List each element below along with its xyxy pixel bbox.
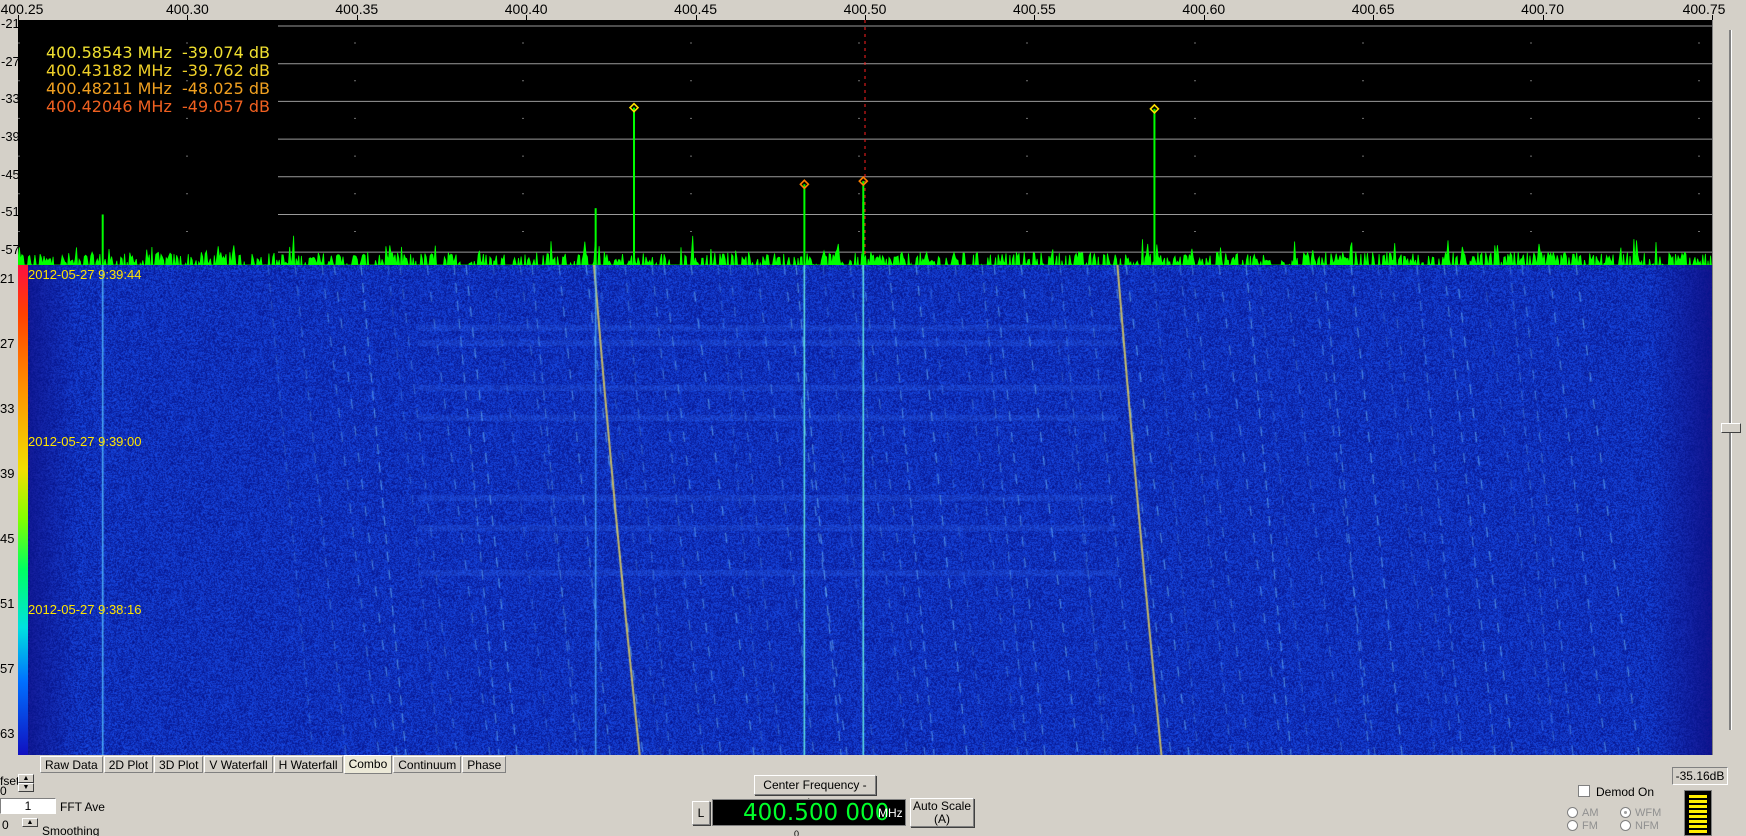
control-panel: fset 0 ▲ ▼ 1 FFT Ave 0 ▲ Smoothing Cente… [0,767,1746,836]
radio-nfm-label: NFM [1635,820,1659,832]
smoothing-value: 0 [2,818,9,832]
waterfall-scale-label: 45 [0,531,15,546]
radio-wfm[interactable] [1620,807,1631,818]
radio-fm[interactable] [1567,820,1578,831]
amplitude-tick-label: -33 [1,91,20,107]
fft-ave-label: FFT Ave [60,800,105,814]
meter-bar [1689,830,1707,833]
demod-label: Demod On [1596,785,1655,799]
waterfall-timestamp: 2012-05-27 9:38:16 [28,602,142,617]
tab-phase[interactable]: Phase [462,756,507,773]
waterfall-color-scale [18,265,28,755]
radio-am[interactable] [1567,807,1578,818]
offset-value: 0 [0,784,7,798]
frequency-axis: 400.25 400.30 400.35 400.40 400.45 400.50 400.… [0,0,1746,20]
right-panel [1712,20,1746,755]
level-meter [1684,790,1712,836]
meter-bar [1689,800,1707,803]
radio-wfm-label: WFM [1635,807,1662,819]
frequency-step: 0 [794,829,800,836]
waterfall-canvas [18,265,1712,755]
amplitude-tick-label: -21 [1,16,20,31]
waterfall-scale-label: 27 [0,336,15,351]
radio-fm-label: FM [1582,820,1598,832]
marker-readout: 400.43182 MHz -39.762 dB [46,61,270,80]
scale-slider-track[interactable] [1729,30,1732,730]
marker-readout: 400.58543 MHz -39.074 dB [46,43,270,62]
frequency-value: 400.500 000 [743,800,890,826]
frequency-tick-label: 400.25 [0,1,44,17]
lock-button[interactable]: L [692,801,710,825]
amplitude-tick-label: -45 [1,166,20,182]
amplitude-tick-label: -27 [1,53,20,69]
waterfall-display[interactable]: 2012-05-27 9:39:44 2012-05-27 9:39:00 20… [18,265,1712,755]
waterfall-scale-label: 51 [0,596,15,611]
frequency-display[interactable]: 400.500 000 MHz [712,799,906,826]
waterfall-scale-label: 57 [0,661,15,676]
waterfall-timestamp: 2012-05-27 9:39:44 [28,267,142,282]
frequency-unit: MHz [878,806,903,820]
demod-checkbox[interactable] [1578,785,1590,797]
waterfall-scale-label: 39 [0,466,15,481]
frequency-tick-label: 400.75 [1682,1,1726,17]
radio-nfm[interactable] [1620,820,1631,831]
view-tabs: Raw Data 2D Plot 3D Plot V Waterfall H Water… [40,755,507,774]
meter-bar [1689,820,1707,823]
tab-raw-data[interactable]: Raw Data [40,756,103,773]
spectrum-analyzer-window: 400.25 400.30 400.35 400.40 400.45 400.50 400.… [0,0,1746,836]
spectrum-plot[interactable]: 400.58543 MHz -39.074 dB 400.43182 MHz -3… [18,20,1712,265]
marker-readouts: 400.58543 MHz -39.074 dB 400.43182 MHz -3… [46,44,270,116]
auto-scale-shortcut: (A) [934,812,950,826]
spectrum-svg [18,20,1712,265]
smoothing-label: Smoothing [42,824,100,836]
tab-combo[interactable]: Combo [343,755,393,774]
tab-2d-plot[interactable]: 2D Plot [103,756,154,773]
tab-3d-plot[interactable]: 3D Plot [154,756,204,773]
amplitude-tick-label: -39 [1,129,20,145]
spectrum-trace [18,235,1712,265]
scale-slider-thumb[interactable] [1721,423,1741,433]
meter-bar [1689,815,1707,818]
radio-am-label: AM [1582,807,1599,819]
waterfall-timestamp: 2012-05-27 9:39:00 [28,434,142,449]
amplitude-tick-label: -51 [1,204,20,220]
waterfall-scale-label: 63 [0,726,15,741]
meter-bar [1689,805,1707,808]
tab-h-waterfall[interactable]: H Waterfall [273,756,343,773]
offset-spin-down[interactable]: ▼ [18,783,34,792]
center-frequency-button[interactable]: Center Frequency - Ins [754,775,876,810]
fft-ave-input[interactable]: 1 [0,798,56,814]
marker-readout: 400.42046 MHz -49.057 dB [46,97,270,116]
tab-v-waterfall[interactable]: V Waterfall [204,756,273,773]
marker-readout: 400.48211 MHz -48.025 dB [46,79,270,98]
waterfall-scale-label: 21 [0,271,15,286]
waterfall-scale-label: 33 [0,401,15,416]
tab-continuum[interactable]: Continuum [393,756,462,773]
level-readout: -35.16dB [1672,767,1728,785]
meter-bar [1689,810,1707,813]
offset-spin-up[interactable]: ▲ [18,774,34,783]
amplitude-axis: -21 -27 -33 -39 -45 -51 -57 21 27 33 39 45 51 57 63 [0,16,20,755]
auto-scale-button[interactable]: Auto Scale (A) [910,798,974,827]
meter-bar [1689,825,1707,828]
amplitude-tick-label: -57 [1,242,20,258]
smoothing-spin-up[interactable]: ▲ [22,818,38,827]
meter-bar [1689,795,1707,798]
